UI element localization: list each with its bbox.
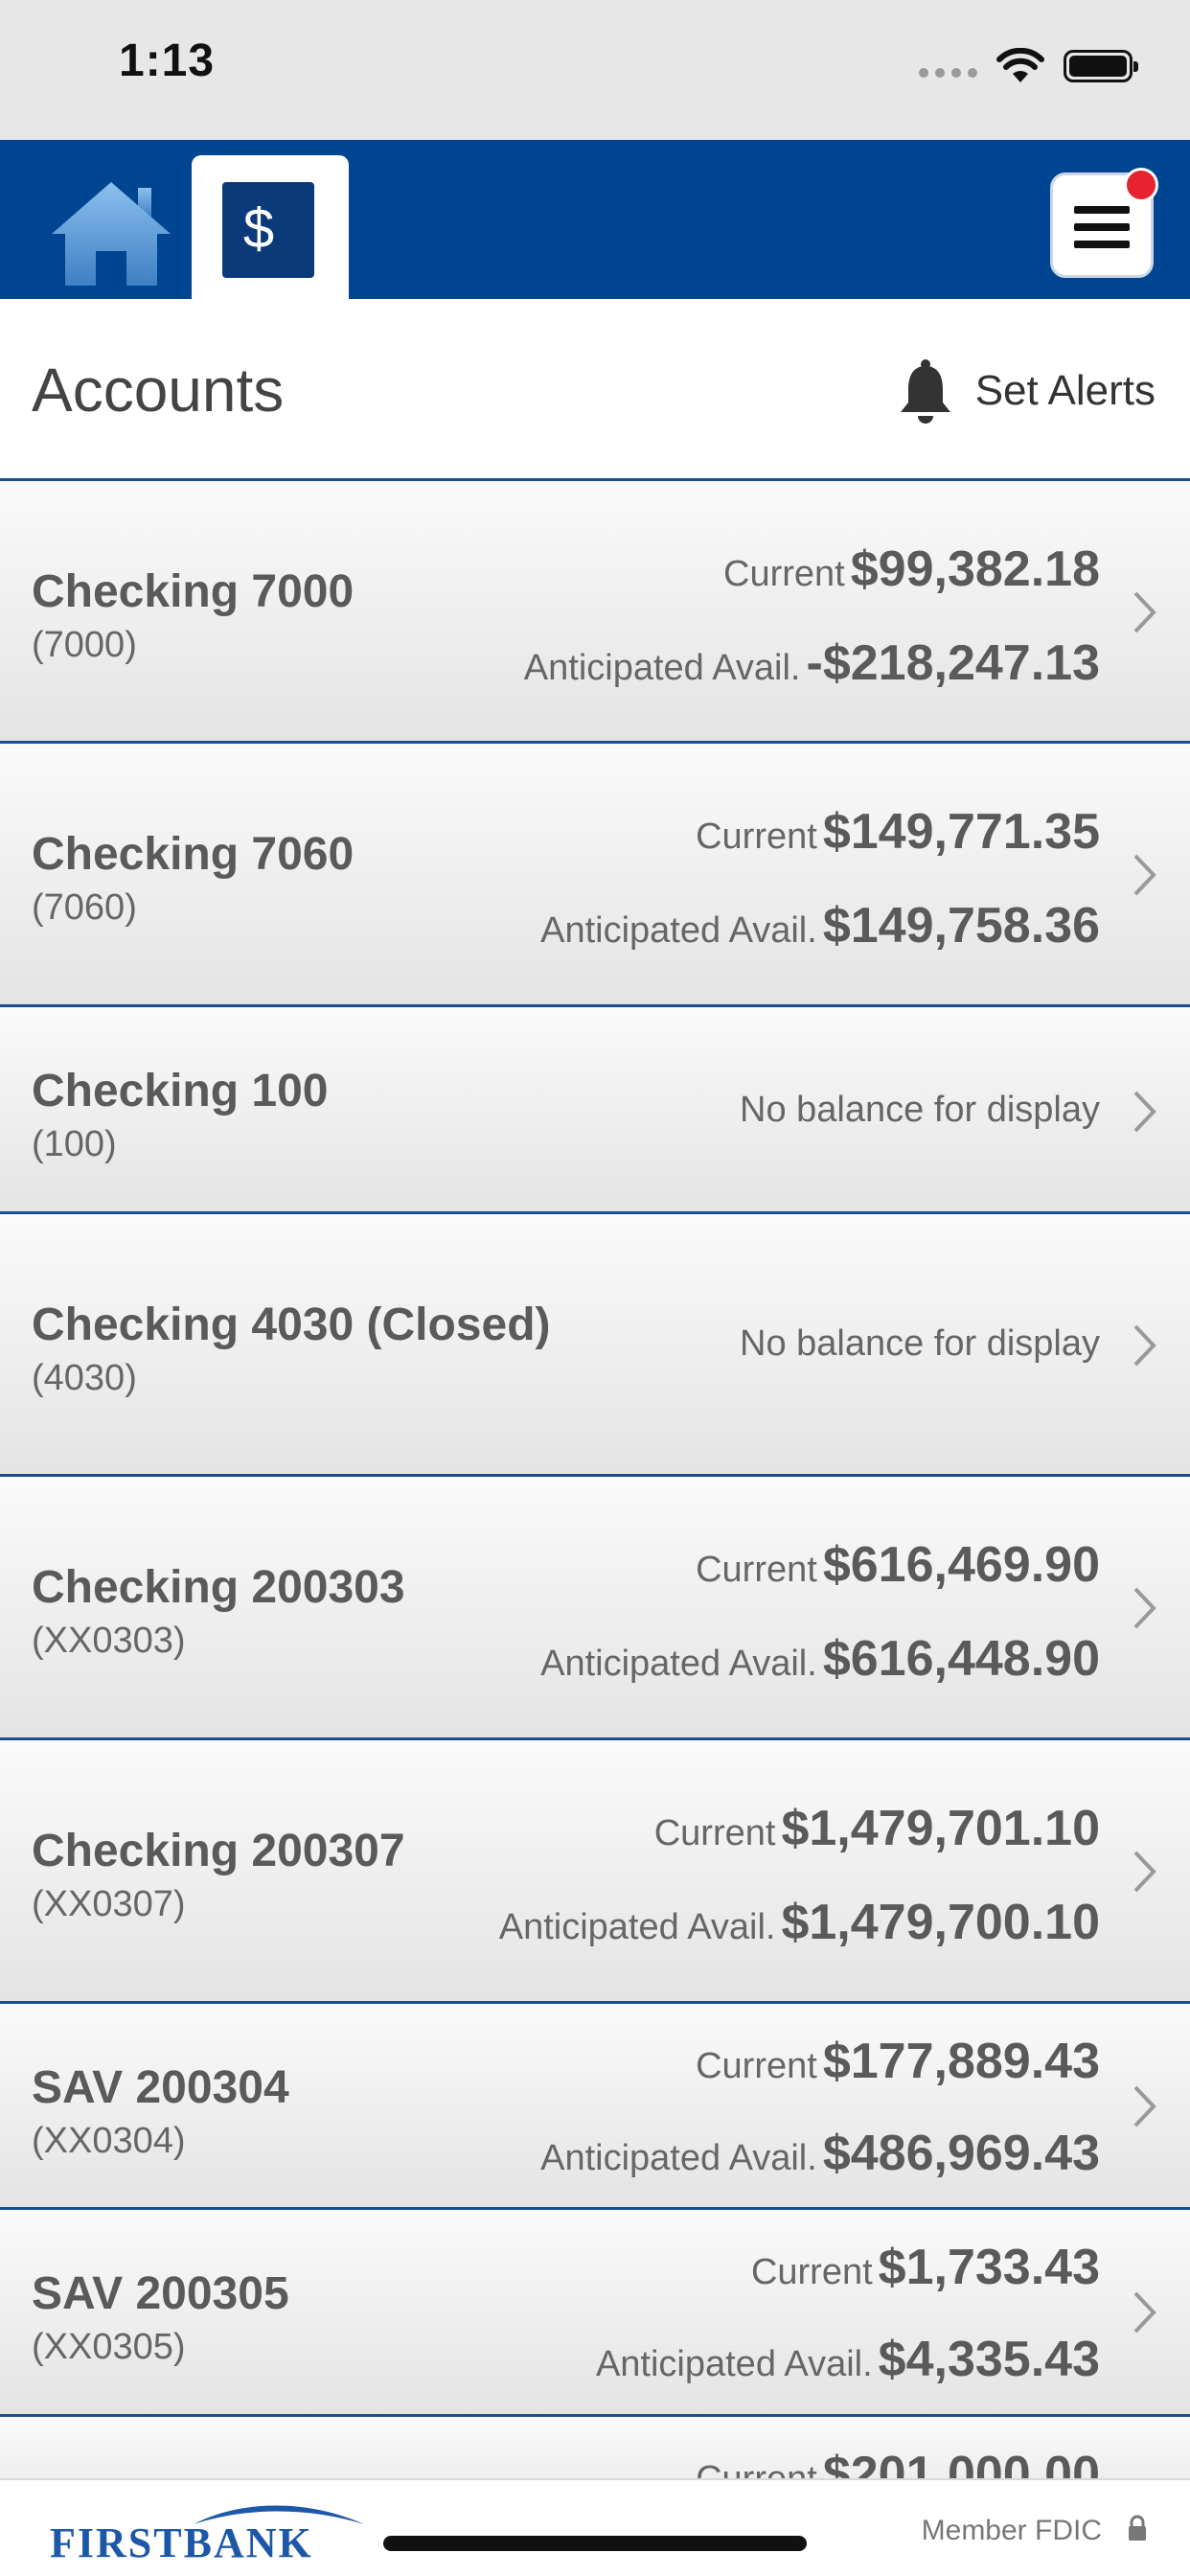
anticipated-value: $616,448.90 <box>822 1631 1100 1687</box>
account-number: (7000) <box>32 625 137 665</box>
current-label: Current <box>723 554 845 594</box>
account-name: Checking 100 <box>32 1066 329 1116</box>
home-button[interactable] <box>48 178 174 288</box>
current-value: $1,733.43 <box>878 2240 1100 2295</box>
no-balance-text: No balance for display <box>740 1323 1100 1364</box>
status-time: 1:13 <box>119 35 216 86</box>
anticipated-value: $486,969.43 <box>822 2126 1100 2181</box>
account-number: (7060) <box>32 887 137 928</box>
footer: FIRSTBANK Member FDIC <box>0 2478 1190 2576</box>
anticipated-value: -$218,247.13 <box>806 635 1101 691</box>
account-name: Checking 200303 <box>32 1562 405 1613</box>
current-balance: Current $616,469.90 <box>696 1536 1100 1594</box>
current-balance: Current $177,889.43 <box>696 2033 1100 2090</box>
anticipated-label: Anticipated Avail. <box>540 1644 817 1684</box>
chevron-right-icon <box>1133 854 1156 896</box>
bell-icon <box>900 359 950 424</box>
chevron-right-icon <box>1133 2085 1156 2128</box>
dollar-cards-icon: $ <box>222 182 314 278</box>
account-number: (XX0305) <box>32 2327 186 2367</box>
member-fdic: Member FDIC <box>921 2515 1102 2546</box>
account-number: (XX0303) <box>32 1621 186 1661</box>
current-label: Current <box>696 2046 817 2086</box>
menu-button[interactable] <box>1050 168 1158 278</box>
account-list: Checking 7000 (7000) Current $99,382.18 A… <box>0 481 1190 2532</box>
account-row[interactable]: Checking 200307 (XX0307) Current $1,479,7… <box>0 1740 1190 2004</box>
home-icon <box>52 182 171 286</box>
current-label: Current <box>653 1813 776 1853</box>
account-number: (XX0307) <box>32 1884 186 1924</box>
chevron-right-icon <box>1133 1851 1156 1893</box>
notification-badge <box>1124 168 1158 202</box>
account-row[interactable]: Checking 200303 (XX0303) Current $616,469… <box>0 1477 1190 1740</box>
account-name: Checking 4030 (Closed) <box>32 1300 551 1350</box>
current-balance: Current $149,771.35 <box>696 803 1100 861</box>
chevron-right-icon <box>1133 1324 1156 1367</box>
accounts-tab[interactable]: $ <box>192 155 349 299</box>
account-name: SAV 200304 <box>32 2062 289 2113</box>
nav-bar: $ <box>0 140 1190 299</box>
account-name: Checking 7060 <box>32 829 355 880</box>
current-value: $99,382.18 <box>850 541 1100 597</box>
account-row[interactable]: Checking 100 (100) No balance for displa… <box>0 1007 1190 1214</box>
chevron-right-icon <box>1133 591 1156 633</box>
current-value: $616,469.90 <box>822 1537 1100 1593</box>
current-value: $149,771.35 <box>822 804 1100 860</box>
hamburger-icon <box>1074 206 1130 258</box>
account-row[interactable]: SAV 200304 (XX0304) Current $177,889.43 A… <box>0 2004 1190 2210</box>
brand-name: FIRSTBANK <box>50 2519 313 2566</box>
current-label: Current <box>750 2252 873 2292</box>
account-number: (4030) <box>32 1358 137 1398</box>
cellular-signal-icon <box>919 68 977 78</box>
chevron-right-icon <box>1133 2291 1156 2334</box>
anticipated-value: $1,479,700.10 <box>781 1895 1100 1950</box>
current-balance: Current $1,733.43 <box>751 2239 1100 2296</box>
anticipated-balance: Anticipated Avail. $4,335.43 <box>596 2331 1100 2388</box>
set-alerts-label: Set Alerts <box>974 367 1156 414</box>
account-row[interactable]: Checking 7000 (7000) Current $99,382.18 A… <box>0 481 1190 744</box>
home-indicator[interactable] <box>383 2536 807 2551</box>
anticipated-balance: Anticipated Avail. $1,479,700.10 <box>499 1894 1100 1951</box>
account-row[interactable]: Checking 7060 (7060) Current $149,771.35 … <box>0 744 1190 1007</box>
anticipated-label: Anticipated Avail. <box>540 910 817 951</box>
anticipated-balance: Anticipated Avail. -$218,247.13 <box>524 634 1100 692</box>
anticipated-value: $4,335.43 <box>878 2332 1100 2387</box>
anticipated-value: $149,758.36 <box>822 898 1100 954</box>
account-row[interactable]: SAV 200305 (XX0305) Current $1,733.43 Ant… <box>0 2210 1190 2417</box>
anticipated-balance: Anticipated Avail. $616,448.90 <box>540 1630 1100 1688</box>
account-name: Checking 200307 <box>32 1826 405 1876</box>
anticipated-label: Anticipated Avail. <box>540 2138 817 2178</box>
account-name: Checking 7000 <box>32 566 355 617</box>
wifi-icon <box>996 48 1044 82</box>
battery-icon <box>1064 50 1138 82</box>
page-header: Accounts Set Alerts <box>0 299 1190 481</box>
anticipated-label: Anticipated Avail. <box>595 2344 873 2384</box>
firstbank-logo: FIRSTBANK <box>50 2497 366 2566</box>
account-number: (XX0304) <box>32 2121 186 2161</box>
svg-text:$: $ <box>243 197 274 260</box>
set-alerts-button[interactable]: Set Alerts <box>895 358 1156 424</box>
current-balance: Current $1,479,701.10 <box>654 1800 1100 1857</box>
current-balance: Current $99,382.18 <box>723 540 1100 598</box>
current-value: $1,479,701.10 <box>781 1801 1100 1856</box>
status-icons <box>919 42 1138 90</box>
anticipated-balance: Anticipated Avail. $149,758.36 <box>540 897 1100 954</box>
anticipated-balance: Anticipated Avail. $486,969.43 <box>540 2125 1100 2182</box>
account-name: SAV 200305 <box>32 2268 289 2319</box>
current-label: Current <box>696 1550 817 1590</box>
anticipated-label: Anticipated Avail. <box>523 648 801 688</box>
account-number: (100) <box>32 1124 117 1164</box>
current-value: $177,889.43 <box>822 2034 1100 2089</box>
current-label: Current <box>696 816 817 857</box>
no-balance-text: No balance for display <box>740 1090 1100 1130</box>
chevron-right-icon <box>1133 1587 1156 1629</box>
status-bar: 1:13 <box>0 0 1190 140</box>
account-row[interactable]: Checking 4030 (Closed) (4030) No balance… <box>0 1214 1190 1477</box>
anticipated-label: Anticipated Avail. <box>498 1907 776 1947</box>
lock-icon <box>1129 2515 1146 2541</box>
chevron-right-icon <box>1133 1091 1156 1133</box>
page-title: Accounts <box>32 356 285 425</box>
